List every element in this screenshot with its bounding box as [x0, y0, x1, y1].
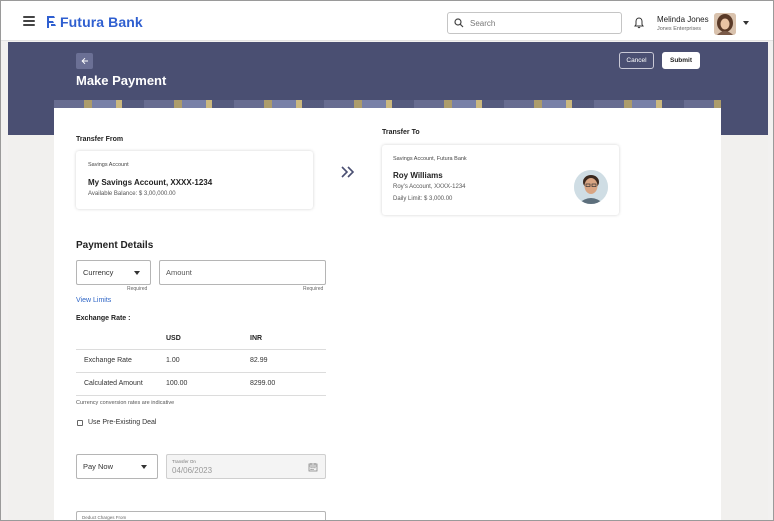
to-account-type: Savings Account, Futura Bank: [393, 156, 467, 162]
from-account-name: My Savings Account, XXXX-1234: [88, 178, 213, 187]
currency-select-value: Currency: [83, 268, 114, 277]
hamburger-menu-icon[interactable]: [23, 16, 35, 26]
brand-name: Futura Bank: [60, 14, 143, 30]
payment-details-heading: Payment Details: [76, 240, 154, 251]
from-account-balance: Available Balance: $ 3,00,000.00: [88, 191, 176, 197]
user-organization: Jones Enterprises: [657, 26, 702, 32]
transfer-from-heading: Transfer From: [76, 136, 124, 143]
amount-input[interactable]: [166, 268, 325, 277]
table-row-label: Exchange Rate: [84, 357, 132, 364]
view-limits-link[interactable]: View Limits: [76, 297, 111, 304]
currency-required-hint: Required: [127, 286, 148, 292]
transfer-from-account-card[interactable]: Savings Account My Savings Account, XXXX…: [76, 151, 313, 209]
table-divider: [76, 372, 326, 373]
exchange-rate-label: Exchange Rate :: [76, 315, 131, 322]
user-menu-chevron-down-icon[interactable]: [743, 21, 749, 25]
notification-bell-icon[interactable]: [634, 17, 644, 29]
pre-existing-deal-checkbox[interactable]: [77, 420, 83, 426]
amount-required-hint: Required: [303, 286, 324, 292]
from-account-type: Savings Account: [88, 162, 129, 168]
table-cell-inr: 82.99: [250, 357, 268, 364]
table-divider: [76, 349, 326, 350]
bank-logo-icon: [47, 16, 56, 28]
table-divider: [76, 395, 326, 396]
search-icon: [454, 18, 464, 28]
pay-when-value: Pay Now: [83, 462, 114, 471]
calendar-icon: [308, 463, 318, 472]
table-row-label: Calculated Amount: [84, 380, 143, 387]
table-cell-usd: 1.00: [166, 357, 180, 364]
payee-avatar: [574, 170, 608, 204]
table-header-usd: USD: [166, 335, 181, 342]
payee-account: Roy's Account, XXXX-1234: [393, 184, 466, 190]
brand-logo[interactable]: Futura Bank: [45, 13, 143, 31]
chevron-down-icon: [141, 464, 147, 469]
payee-name: Roy Williams: [393, 171, 443, 180]
page-title: Make Payment: [76, 73, 167, 88]
rate-disclaimer: Currency conversion rates are indicative: [76, 400, 175, 406]
user-name[interactable]: Melinda Jones: [657, 15, 709, 24]
payee-daily-limit: Daily Limit: $ 3,000.00: [393, 196, 453, 202]
payee-photo-icon: [574, 170, 608, 204]
transfer-to-heading: Transfer To: [382, 129, 420, 136]
pay-when-select[interactable]: Pay Now: [76, 454, 158, 479]
search-box[interactable]: [447, 12, 622, 34]
arrow-left-icon: [80, 57, 88, 65]
table-header-inr: INR: [250, 335, 263, 342]
search-input[interactable]: [470, 18, 610, 28]
pre-existing-deal-label[interactable]: Use Pre-Existing Deal: [88, 419, 156, 426]
amount-field[interactable]: [159, 260, 326, 285]
table-cell-inr: 8299.00: [250, 380, 276, 387]
app-frame: Futura Bank Melinda Jones Jones Enterpri…: [0, 0, 774, 521]
top-header: Futura Bank Melinda Jones Jones Enterpri…: [1, 1, 773, 41]
chevron-down-icon: [134, 270, 140, 275]
deduct-charges-label: Deduct Charges From: [82, 515, 127, 520]
deduct-charges-from-field[interactable]: Deduct Charges From: [76, 511, 326, 520]
table-cell-usd: 100.00: [166, 380, 188, 387]
transfer-on-label: Transfer On: [172, 459, 196, 464]
banner-decoration: [54, 100, 721, 108]
currency-select[interactable]: Currency: [76, 260, 151, 285]
double-chevron-right-icon: [341, 166, 355, 178]
user-avatar[interactable]: [714, 13, 736, 35]
cancel-button[interactable]: Cancel: [619, 52, 654, 69]
user-photo-icon: [714, 13, 736, 35]
submit-button[interactable]: Submit: [662, 52, 700, 69]
back-button[interactable]: [76, 53, 93, 69]
transfer-on-value: 04/06/2023: [172, 466, 213, 475]
transfer-on-date-field: Transfer On 04/06/2023: [166, 454, 326, 479]
